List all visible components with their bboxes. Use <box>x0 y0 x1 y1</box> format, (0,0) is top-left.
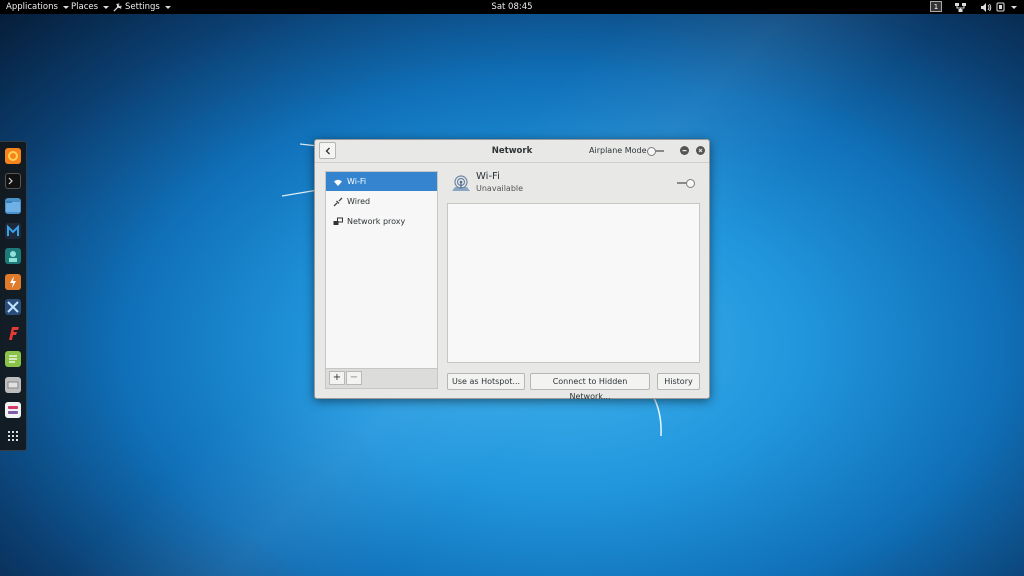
minimize-button[interactable] <box>680 146 689 155</box>
sidebar-item-label: Wi-Fi <box>347 177 367 186</box>
misc-app-icon[interactable] <box>5 377 21 393</box>
armitage-icon[interactable] <box>5 299 21 315</box>
firefox-icon[interactable] <box>5 148 21 164</box>
sidebar-item-label: Wired <box>347 197 371 206</box>
wifi-device-name: Wi-Fi <box>476 171 500 182</box>
workspace-indicator[interactable]: 1 <box>930 1 942 12</box>
settings-tool-icon[interactable] <box>5 402 21 418</box>
add-connection-button[interactable]: + <box>329 371 345 385</box>
wifi-status: Unavailable <box>476 184 524 193</box>
volume-icon[interactable] <box>981 0 992 14</box>
titlebar[interactable]: Network Airplane Mode <box>315 140 709 163</box>
wired-icon <box>333 197 343 207</box>
sidebar-item-wifi[interactable]: Wi-Fi <box>326 172 437 191</box>
maltego-icon[interactable] <box>5 248 21 264</box>
wifi-icon <box>334 179 342 186</box>
airplane-mode-label: Airplane Mode <box>589 146 647 155</box>
sidebar-toolbar: + − <box>325 369 438 389</box>
connect-hidden-network-button[interactable]: Connect to Hidden Network... <box>530 373 650 401</box>
close-button[interactable] <box>696 146 705 155</box>
files-icon[interactable] <box>5 198 21 214</box>
history-button[interactable]: History <box>657 373 700 390</box>
terminal-icon[interactable] <box>5 173 21 189</box>
faraday-icon[interactable] <box>5 325 21 341</box>
clock[interactable]: Sat 08:45 <box>0 0 1024 14</box>
sidebar-item-label: Network proxy <box>347 217 406 226</box>
proxy-icon <box>333 217 343 225</box>
network-list[interactable] <box>447 203 700 363</box>
chevron-down-icon <box>1011 5 1017 9</box>
show-apps-icon[interactable] <box>5 428 21 444</box>
minimize-icon <box>682 150 687 152</box>
connection-type-list: Wi-Fi Wired Network proxy <box>325 171 438 369</box>
sidebar-item-wired[interactable]: Wired <box>326 192 437 211</box>
burpsuite-icon[interactable] <box>5 274 21 290</box>
network-window: Network Airplane Mode Wi-Fi Wired Networ… <box>314 139 710 401</box>
battery-icon[interactable] <box>996 0 1006 14</box>
use-as-hotspot-button[interactable]: Use as Hotspot... <box>447 373 525 390</box>
dock <box>0 141 27 451</box>
network-wired-icon[interactable] <box>955 0 966 14</box>
close-icon <box>698 148 703 153</box>
airplane-mode-switch[interactable] <box>647 147 665 156</box>
leafpad-icon[interactable] <box>5 351 21 367</box>
system-menu-chevron[interactable] <box>1009 0 1017 14</box>
metasploit-icon[interactable] <box>5 223 21 239</box>
top-panel: Applications Places Settings Sat 08:45 1 <box>0 0 1024 14</box>
wifi-power-switch[interactable] <box>677 179 695 188</box>
wallpaper-crack <box>653 397 662 437</box>
sidebar-item-network-proxy[interactable]: Network proxy <box>326 212 437 231</box>
wireless-device-icon <box>452 175 470 191</box>
remove-connection-button[interactable]: − <box>346 371 362 385</box>
